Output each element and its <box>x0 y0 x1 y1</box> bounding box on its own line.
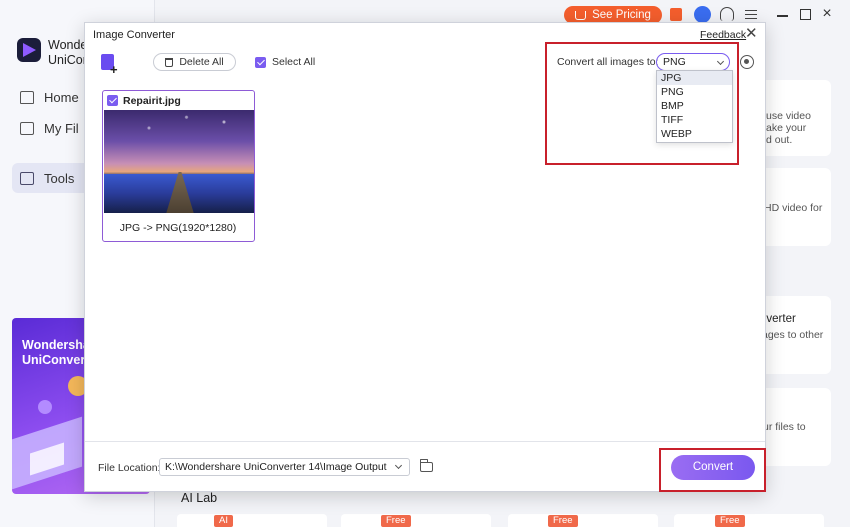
close-dialog-icon[interactable]: ✕ <box>745 25 758 43</box>
format-option-jpg[interactable]: JPG <box>657 71 732 85</box>
ai-lab-heading: AI Lab <box>181 491 218 505</box>
toolbox-icon <box>20 171 34 185</box>
chevron-down-icon <box>716 57 725 66</box>
folder-icon <box>20 121 34 135</box>
image-filename: Repairit.jpg <box>123 95 181 107</box>
select-all-checkbox[interactable]: Select All <box>255 56 315 68</box>
image-thumbnail <box>104 110 254 213</box>
headset-icon[interactable] <box>720 7 734 21</box>
convert-button[interactable]: Convert <box>671 455 755 480</box>
feedback-link[interactable]: Feedback <box>700 29 746 41</box>
convert-all-label: Convert all images to: <box>557 56 659 68</box>
image-item-card[interactable]: Repairit.jpg JPG -> PNG(1920*1280) <box>102 90 255 242</box>
free-badge: Free <box>548 515 578 527</box>
format-option-png[interactable]: PNG <box>657 85 732 99</box>
dialog-title: Image Converter <box>93 29 175 41</box>
open-folder-icon[interactable] <box>419 459 433 472</box>
close-icon[interactable]: × <box>820 6 834 22</box>
conversion-info: JPG -> PNG(1920*1280) <box>119 222 237 234</box>
sidebar-item-label: My Fil <box>44 120 79 136</box>
ai-lab-tile[interactable] <box>508 514 658 527</box>
image-select-checkbox[interactable] <box>107 95 118 106</box>
trash-icon <box>165 57 174 67</box>
app-logo <box>17 38 41 62</box>
cart-icon <box>575 10 587 20</box>
format-option-webp[interactable]: WEBP <box>657 127 732 141</box>
free-badge: Free <box>381 515 411 527</box>
minimize-icon[interactable] <box>777 15 788 17</box>
ai-lab-tile[interactable] <box>177 514 327 527</box>
output-format-select[interactable]: PNG <box>656 53 730 71</box>
ai-badge: AI <box>214 515 233 527</box>
gift-icon[interactable] <box>670 8 682 21</box>
ai-lab-tile[interactable] <box>674 514 824 527</box>
home-icon <box>20 90 34 104</box>
sidebar-item-label: Tools <box>44 170 75 186</box>
image-converter-dialog: Image Converter Feedback ✕ + Delete All … <box>84 22 766 492</box>
file-location-select[interactable]: K:\Wondershare UniConverter 14\Image Out… <box>159 458 410 476</box>
format-dropdown-list: JPG PNG BMP TIFF WEBP <box>656 70 733 143</box>
maximize-icon[interactable] <box>800 9 811 20</box>
settings-gear-icon[interactable] <box>740 55 754 69</box>
checkbox-checked-icon <box>255 56 266 68</box>
ai-lab-tile[interactable] <box>341 514 491 527</box>
star-icon <box>38 400 52 414</box>
sidebar-item-label: Home <box>44 89 79 105</box>
menu-icon[interactable] <box>745 10 757 19</box>
file-location-label: File Location: <box>98 462 161 474</box>
add-file-icon[interactable]: + <box>101 54 119 76</box>
free-badge: Free <box>715 515 745 527</box>
dialog-footer: File Location: K:\Wondershare UniConvert… <box>85 441 765 492</box>
format-option-tiff[interactable]: TIFF <box>657 113 732 127</box>
format-option-bmp[interactable]: BMP <box>657 99 732 113</box>
chevron-down-icon <box>394 461 403 470</box>
user-avatar-icon[interactable] <box>694 6 711 23</box>
delete-all-button[interactable]: Delete All <box>153 53 236 71</box>
